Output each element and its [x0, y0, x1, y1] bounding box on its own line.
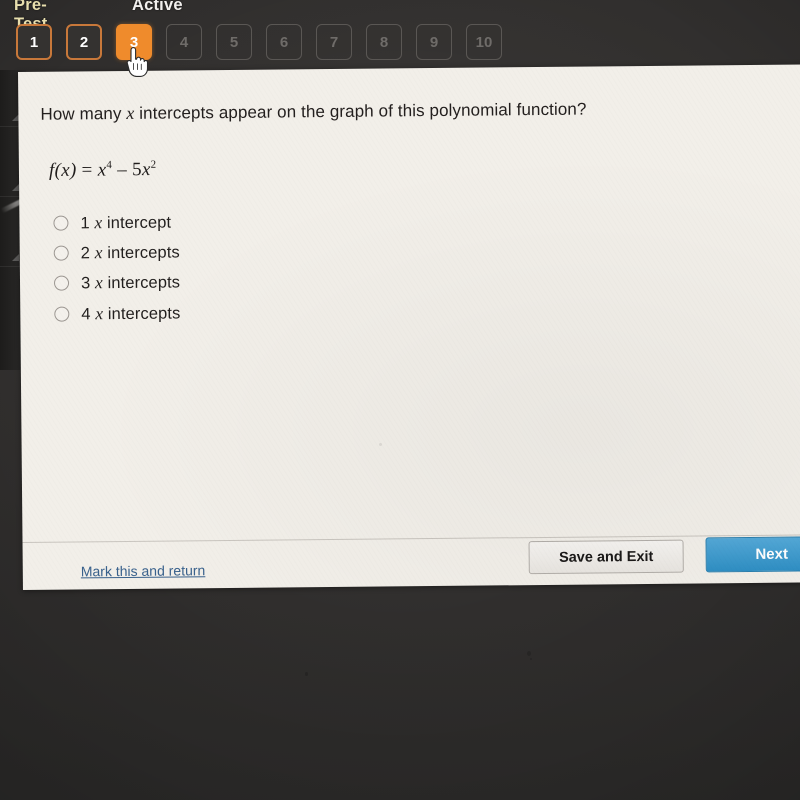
option-3-number: 3 [80, 274, 91, 293]
question-button-4[interactable]: 4 [166, 24, 202, 60]
answer-option-3[interactable]: 3 x intercepts [53, 267, 180, 299]
radio-button-2[interactable] [53, 245, 69, 261]
formula-term2-coefficient: 5 [131, 159, 143, 181]
answer-option-4-label: 4 x intercepts [81, 302, 180, 324]
question-number-nav: 1 2 3 4 5 6 7 8 9 10 [16, 24, 502, 60]
option-1-number: 1 [80, 214, 90, 233]
formula-function-name: f(x) [48, 159, 77, 182]
active-label: Active [132, 0, 183, 14]
question-prompt: How many x intercepts appear on the grap… [40, 99, 586, 125]
option-3-suffix: intercepts [102, 273, 181, 293]
question-button-5[interactable]: 5 [216, 24, 252, 60]
option-1-variable: x [94, 211, 103, 232]
answer-option-1[interactable]: 1 x intercept [53, 206, 179, 238]
question-button-2[interactable]: 2 [66, 24, 102, 60]
option-4-suffix: intercepts [103, 304, 181, 324]
radio-button-4[interactable] [54, 306, 70, 322]
answer-option-2-label: 2 x intercepts [81, 242, 180, 264]
prompt-variable-x: x [126, 102, 135, 123]
radio-button-3[interactable] [53, 275, 70, 292]
answer-option-1-label: 1 x intercept [80, 211, 171, 233]
prompt-segment-1: How many [40, 103, 127, 124]
question-button-10[interactable]: 10 [466, 24, 502, 60]
option-2-suffix: intercepts [102, 243, 180, 263]
question-button-1[interactable]: 1 [16, 24, 52, 60]
mark-this-and-return-link[interactable]: Mark this and return [81, 562, 206, 579]
answer-option-2[interactable]: 2 x intercepts [53, 237, 180, 269]
strip-triangle-marker-icon [12, 254, 19, 261]
prompt-segment-2: intercepts appear on the graph of this p… [134, 99, 587, 123]
question-button-6[interactable]: 6 [266, 24, 302, 60]
option-4-number: 4 [81, 305, 91, 324]
formula-operator: – [112, 159, 133, 181]
question-body: How many x intercepts appear on the grap… [18, 64, 800, 542]
option-2-number: 2 [80, 244, 91, 263]
question-card: How many x intercepts appear on the grap… [18, 64, 800, 590]
answer-options-list: 1 x intercept 2 x intercepts 3 x interce… [53, 206, 180, 329]
polynomial-formula: f(x) = x4 – 5x2 [49, 159, 157, 182]
strip-triangle-marker-icon [12, 184, 19, 191]
save-and-exit-button[interactable]: Save and Exit [528, 539, 684, 575]
question-button-8[interactable]: 8 [366, 24, 402, 60]
question-button-9[interactable]: 9 [416, 24, 452, 60]
radio-button-1[interactable] [53, 215, 69, 231]
action-bar: Mark this and return Save and Exit Next [22, 534, 800, 590]
next-button[interactable]: Next [705, 536, 800, 573]
formula-term2-exponent: 2 [150, 158, 157, 171]
option-1-suffix: intercept [102, 213, 172, 232]
formula-equals: = [76, 159, 98, 181]
question-button-3[interactable]: 3 [116, 24, 152, 60]
option-3-variable: x [94, 272, 103, 293]
option-4-variable: x [95, 303, 104, 324]
answer-option-3-label: 3 x intercepts [81, 272, 180, 294]
question-button-7[interactable]: 7 [316, 24, 352, 60]
answer-option-4[interactable]: 4 x intercepts [54, 298, 180, 330]
option-2-variable: x [94, 242, 103, 263]
formula-term2-base: x [141, 159, 151, 181]
